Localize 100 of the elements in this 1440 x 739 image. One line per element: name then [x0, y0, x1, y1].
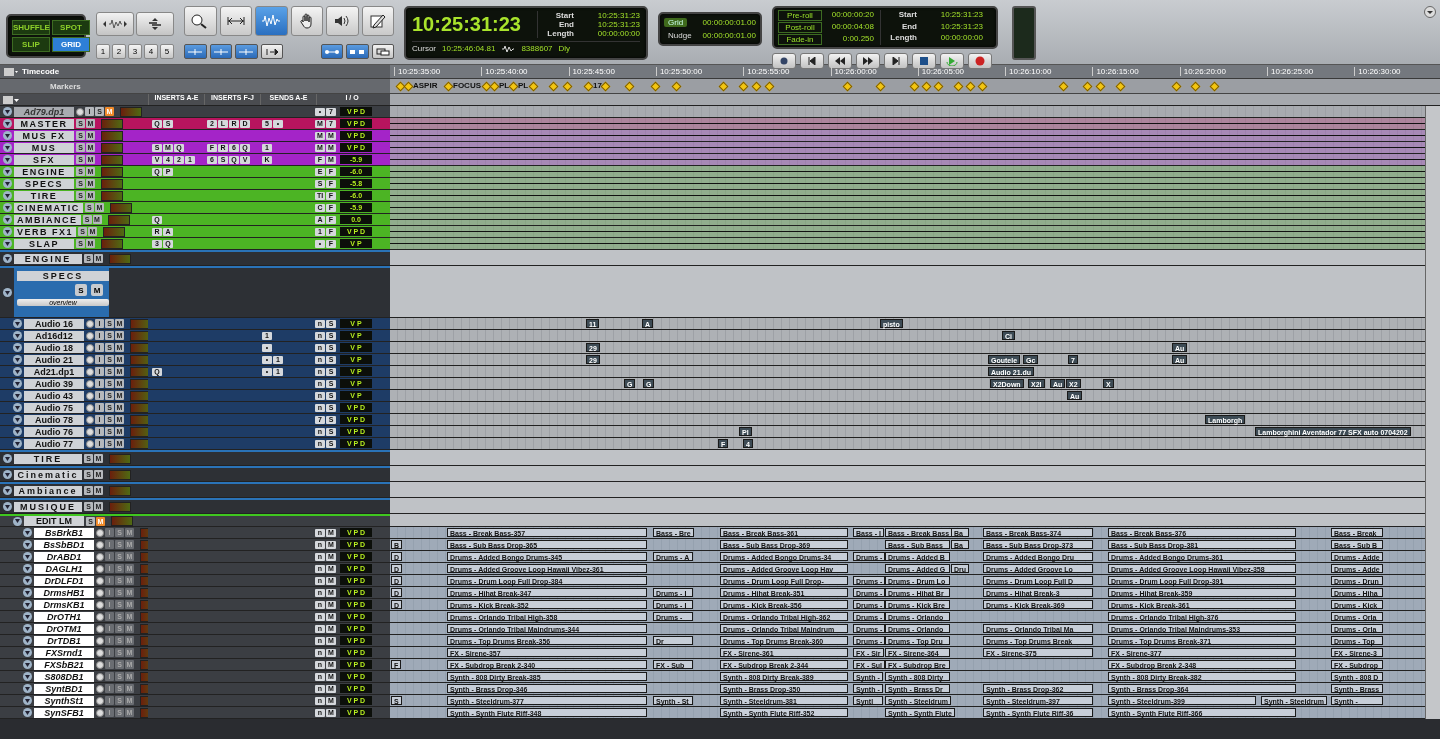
track-button[interactable]: S — [75, 284, 87, 296]
track-name[interactable]: BsSbBD1 — [34, 539, 94, 550]
track-name[interactable]: DAGLH1 — [34, 563, 94, 574]
link-track-button[interactable] — [346, 44, 369, 59]
track-name[interactable]: Audio 77 — [24, 438, 84, 449]
zoom-preset-button[interactable]: 4 — [144, 44, 158, 59]
track-options-button[interactable] — [3, 254, 12, 263]
link-toggle-button[interactable] — [209, 44, 232, 59]
track-name[interactable]: MUS — [14, 142, 74, 153]
track-name[interactable]: MASTER — [14, 118, 74, 129]
marker-icon[interactable] — [738, 81, 749, 92]
track-name[interactable]: DrOTM1 — [34, 623, 94, 634]
track-name[interactable]: S808DB1 — [34, 671, 94, 682]
marker-icon[interactable] — [671, 81, 682, 92]
marker-icon[interactable] — [842, 81, 853, 92]
grid-label[interactable]: Grid — [664, 18, 688, 27]
marker-icon[interactable] — [600, 81, 611, 92]
marker-icon[interactable] — [718, 81, 729, 92]
track-options-button[interactable] — [13, 516, 22, 526]
track-name[interactable]: Audio 16 — [24, 318, 84, 329]
zoom-preset-button[interactable]: 3 — [128, 44, 142, 59]
track-name[interactable]: Ad79.dp1 — [14, 106, 74, 117]
marker-icon[interactable] — [528, 81, 539, 92]
marker-icon[interactable] — [481, 81, 492, 92]
marker-icon[interactable] — [1209, 81, 1220, 92]
link-toggle-button[interactable] — [235, 44, 258, 59]
marker-label[interactable]: PL — [499, 81, 510, 90]
track-name[interactable]: Audio 78 — [24, 414, 84, 425]
track-options-button[interactable] — [3, 486, 12, 495]
record-button[interactable] — [968, 53, 992, 69]
edit-mode-button[interactable]: SLIP — [12, 37, 50, 52]
online-button[interactable] — [772, 53, 796, 69]
loop-play-button[interactable] — [940, 53, 964, 69]
track-name[interactable]: DrDLFD1 — [34, 575, 94, 586]
nudge-value[interactable]: 00:00:00:01.00 — [702, 31, 756, 40]
track-name[interactable]: ENGINE — [14, 253, 82, 264]
marker-icon[interactable] — [933, 81, 944, 92]
track-name[interactable]: SPECS — [14, 178, 74, 189]
return-to-zero-button[interactable] — [800, 53, 824, 69]
track-name[interactable]: TIRE — [14, 190, 74, 201]
marker-icon[interactable] — [1058, 81, 1069, 92]
marker-label[interactable]: ASPIR — [413, 81, 438, 90]
mirror-edit-button[interactable] — [320, 44, 344, 59]
track-name[interactable]: BsBrkB1 — [34, 527, 94, 538]
zoom-waveform-button[interactable] — [96, 12, 134, 36]
track-name[interactable]: DrABD1 — [34, 551, 94, 562]
marker-icon[interactable] — [395, 81, 406, 92]
track-name[interactable]: Audio 21 — [24, 354, 84, 365]
track-name[interactable]: EDIT LM — [24, 516, 84, 526]
tool-button[interactable] — [290, 6, 323, 36]
marker-icon[interactable] — [1082, 81, 1093, 92]
track-name[interactable]: MUS FX — [14, 130, 74, 141]
chevron-down-icon[interactable] — [1424, 6, 1436, 18]
track-name[interactable]: SLAP — [14, 238, 74, 249]
track-name[interactable]: Cinematic — [14, 469, 82, 480]
window-button[interactable] — [371, 44, 395, 59]
track-name[interactable]: FXSbB21 — [34, 659, 94, 670]
track-options-button[interactable] — [3, 454, 12, 463]
track-name[interactable]: MUSIQUE — [14, 501, 82, 512]
marker-icon[interactable] — [562, 81, 573, 92]
marker-icon[interactable] — [909, 81, 920, 92]
marker-icon[interactable] — [764, 81, 775, 92]
marker-icon[interactable] — [508, 81, 519, 92]
roll-toggle[interactable]: Post-roll — [778, 22, 822, 33]
marker-label[interactable]: PL — [518, 81, 529, 90]
track-name[interactable]: Ambiance — [14, 485, 82, 496]
marker-icon[interactable] — [875, 81, 886, 92]
track-name[interactable]: CINEMATIC — [14, 202, 83, 213]
track-name[interactable]: Audio 43 — [24, 390, 84, 401]
tool-button[interactable] — [361, 6, 394, 36]
marker-icon[interactable] — [1190, 81, 1201, 92]
edit-mode-button[interactable]: SPOT — [52, 20, 90, 35]
marker-icon[interactable] — [965, 81, 976, 92]
track-name[interactable]: TIRE — [14, 453, 82, 464]
track-options-button[interactable] — [3, 470, 12, 479]
stop-button[interactable] — [912, 53, 936, 69]
track-name[interactable]: Audio 39 — [24, 378, 84, 389]
link-toggle-button[interactable] — [184, 44, 207, 59]
mute-button[interactable]: M — [91, 284, 103, 296]
track-name[interactable]: Audio 18 — [24, 342, 84, 353]
ruler-menu-icon[interactable] — [4, 67, 18, 76]
track-name[interactable]: SyntBD1 — [34, 683, 94, 694]
roll-toggle[interactable]: Pre-roll — [778, 10, 822, 21]
marker-icon[interactable] — [650, 81, 661, 92]
marker-icon[interactable] — [548, 81, 559, 92]
track-options-button[interactable] — [3, 288, 12, 297]
marker-icon[interactable] — [1171, 81, 1182, 92]
marker-icon[interactable] — [953, 81, 964, 92]
track-name[interactable]: DrmsKB1 — [34, 599, 94, 610]
grid-value[interactable]: 00:00:00:01.00 — [702, 18, 756, 27]
track-name[interactable]: AMBIANCE — [14, 214, 81, 225]
track-name[interactable]: Ad16d12 — [24, 330, 84, 341]
track-name[interactable]: SynSFB1 — [34, 707, 94, 718]
marker-icon[interactable] — [1115, 81, 1126, 92]
track-name[interactable]: ENGINE — [14, 166, 74, 177]
track-name[interactable]: Audio 76 — [24, 426, 84, 437]
zoom-preset-button[interactable]: 1 — [96, 44, 110, 59]
zoomer-tool-button[interactable] — [184, 6, 217, 36]
zoom-midi-button[interactable] — [136, 12, 174, 36]
tool-button[interactable] — [326, 6, 359, 36]
